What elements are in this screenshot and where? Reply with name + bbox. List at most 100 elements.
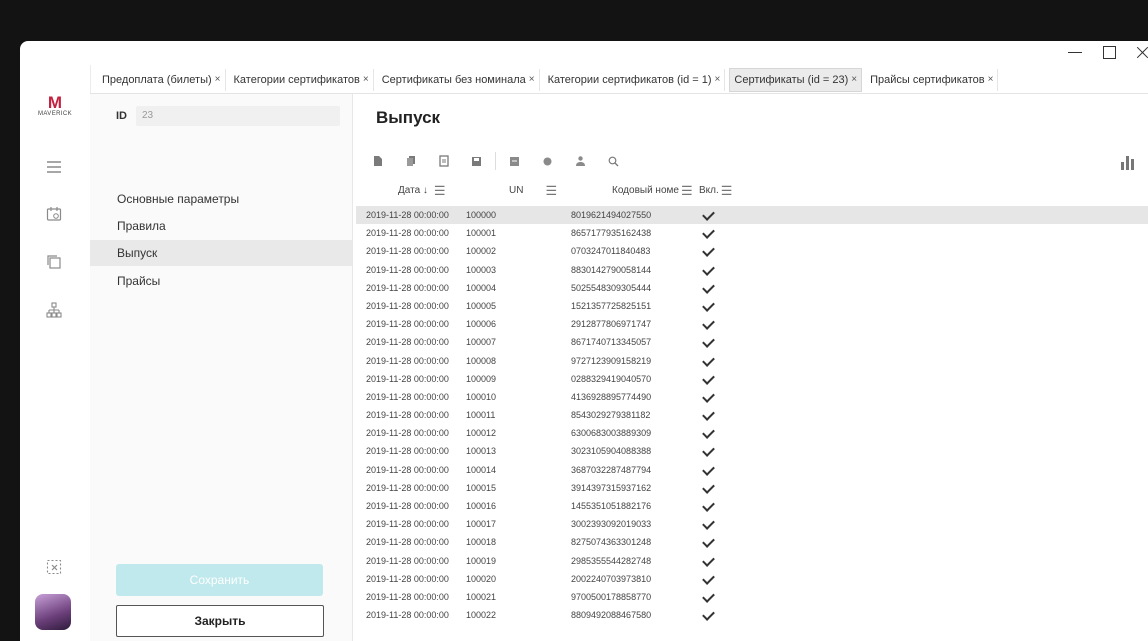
un-cell: 100018	[466, 537, 497, 548]
tab-close-icon[interactable]: ×	[363, 69, 369, 91]
tab-label: Категории сертификатов (id = 1)	[547, 74, 712, 86]
export-icon[interactable]	[498, 152, 531, 170]
maximize-icon[interactable]	[1092, 41, 1126, 65]
code-cell: 1455351051882176	[571, 501, 652, 511]
code-cell: 9700500178858770	[571, 591, 652, 602]
table-row[interactable]: 2019-11-28 00:00:00 100008 972712390915821…	[356, 352, 1148, 370]
section-prices[interactable]: Прайсы	[90, 268, 352, 294]
id-field[interactable]: 23	[136, 106, 340, 126]
table-row[interactable]: 2019-11-28 00:00:00 100010 413692889577449…	[356, 388, 1148, 406]
tab-close-icon[interactable]: ×	[988, 69, 994, 91]
un-cell: 100013	[466, 446, 497, 457]
column-date[interactable]: Дата ↓ ☰	[398, 180, 446, 202]
table-row[interactable]: 2019-11-28 00:00:00 100022 880949208846758…	[356, 606, 1148, 624]
column-enabled[interactable]: Вкл. ☰	[699, 180, 732, 202]
column-code[interactable]: Кодовый номе ☰	[612, 180, 693, 202]
filter-icon[interactable]: ☰	[681, 180, 693, 202]
checkmark-icon	[702, 553, 715, 567]
table-row[interactable]: 2019-11-28 00:00:00 100002 070324701184048…	[356, 242, 1148, 260]
table-row[interactable]: 2019-11-28 00:00:00 100016 145535105188217…	[356, 497, 1148, 515]
table-header: Дата ↓ ☰ UN ☰ Кодовый номе ☰ Вкл. ☰	[356, 180, 1148, 202]
section-issue[interactable]: Выпуск	[90, 240, 352, 266]
tab-label: Прайсы сертификатов	[870, 74, 985, 86]
close-window-icon[interactable]	[1126, 41, 1148, 65]
hierarchy-icon[interactable]	[43, 300, 65, 320]
table-row[interactable]: 2019-11-28 00:00:00 100013 302310590408838…	[356, 442, 1148, 460]
code-cell: 4136928895774490	[571, 391, 652, 402]
import-icon[interactable]	[531, 152, 564, 170]
date-cell: 2019-11-28 00:00:00	[366, 446, 449, 457]
tab-certificate-prices[interactable]: Прайсы сертификатов ×	[866, 69, 999, 91]
section-rules[interactable]: Правила	[90, 213, 352, 239]
table-row[interactable]: 2019-11-28 00:00:00 100018 827507436330124…	[356, 533, 1148, 551]
checkmark-icon	[702, 390, 715, 403]
code-cell: 6300683003889309	[571, 428, 652, 439]
tab-close-icon[interactable]: ×	[715, 69, 721, 91]
logo-name: MAVERICK	[37, 111, 73, 117]
edit-icon[interactable]	[427, 152, 460, 170]
checkmark-icon	[702, 226, 715, 240]
bar-chart-icon[interactable]	[1118, 152, 1136, 170]
table-row[interactable]: 2019-11-28 00:00:00 100015 391439731593716…	[356, 479, 1148, 497]
table-row[interactable]: 2019-11-28 00:00:00 100004 502554830930544…	[356, 279, 1148, 297]
tab-close-icon[interactable]: ×	[529, 69, 535, 91]
checkmark-icon	[702, 262, 715, 276]
checkmark-icon	[702, 280, 715, 294]
toolbar-divider	[495, 152, 496, 170]
column-un[interactable]: UN ☰	[509, 180, 557, 202]
un-cell: 100012	[466, 428, 497, 439]
tab-certificates-no-nominal[interactable]: Сертификаты без номинала ×	[378, 69, 540, 91]
un-cell: 100022	[466, 610, 497, 621]
filter-icon[interactable]: ☰	[545, 180, 557, 202]
code-cell: 3914397315937162	[571, 482, 652, 493]
app-logo[interactable]: M MAVERICK	[34, 94, 76, 117]
avatar[interactable]	[35, 594, 71, 630]
un-cell: 100007	[466, 337, 497, 348]
table-row[interactable]: 2019-11-28 00:00:00 100019 298535554428274…	[356, 552, 1148, 570]
close-button[interactable]: Закрыть	[116, 605, 324, 637]
table-row[interactable]: 2019-11-28 00:00:00 100001 865717793516243…	[356, 224, 1148, 242]
tab-prepayment[interactable]: Предоплата (билеты) ×	[98, 69, 226, 91]
user-icon[interactable]	[564, 152, 597, 170]
table-row[interactable]: 2019-11-28 00:00:00 100005 152135772582515…	[356, 297, 1148, 315]
code-cell: 0703247011840483	[571, 246, 651, 257]
tab-label: Категории сертификатов	[233, 74, 360, 86]
dashed-close-icon[interactable]	[43, 557, 65, 577]
save-button[interactable]: Сохранить	[116, 564, 323, 596]
table-row[interactable]: 2019-11-28 00:00:00 100006 291287780697174…	[356, 315, 1148, 333]
filter-icon[interactable]: ☰	[721, 180, 733, 202]
table-row[interactable]: 2019-11-28 00:00:00 100012 630068300388930…	[356, 424, 1148, 442]
tab-certificate-categories[interactable]: Категории сертификатов ×	[230, 69, 374, 91]
checkmark-icon	[702, 371, 715, 385]
table-row[interactable]: 2019-11-28 00:00:00 100021 970050017885877…	[356, 588, 1148, 606]
filter-icon[interactable]: ☰	[434, 180, 446, 202]
minimize-icon[interactable]	[1058, 41, 1092, 65]
tab-close-icon[interactable]: ×	[215, 69, 221, 91]
tab-close-icon[interactable]: ×	[851, 69, 857, 91]
add-icon[interactable]	[361, 152, 394, 170]
code-cell: 2002240703973810	[571, 573, 652, 584]
calendar-icon[interactable]	[43, 204, 65, 224]
table-row[interactable]: 2019-11-28 00:00:00 100020 200224070397381…	[356, 570, 1148, 588]
code-cell: 2985355544282748	[571, 555, 652, 566]
tab-certificates-23[interactable]: Сертификаты (id = 23) ×	[729, 68, 863, 92]
code-cell: 3687032287487794	[571, 464, 652, 475]
copy-icon[interactable]	[43, 252, 65, 272]
table-row[interactable]: 2019-11-28 00:00:00 100009 028832941904057…	[356, 370, 1148, 388]
menu-icon[interactable]	[43, 157, 65, 177]
un-cell: 100005	[466, 300, 497, 311]
un-cell: 100017	[466, 519, 497, 530]
table-row[interactable]: 2019-11-28 00:00:00 100014 368703228748779…	[356, 461, 1148, 479]
un-cell: 100021	[466, 591, 497, 602]
table-row[interactable]: 2019-11-28 00:00:00 100003 883014279005814…	[356, 261, 1148, 279]
tab-certificate-category-1[interactable]: Категории сертификатов (id = 1) ×	[544, 69, 726, 91]
copy-icon[interactable]	[394, 152, 427, 170]
search-icon[interactable]	[597, 152, 630, 170]
table-row[interactable]: 2019-11-28 00:00:00 100000 801962149402755…	[356, 206, 1148, 225]
section-main-params[interactable]: Основные параметры	[90, 186, 352, 212]
table-row[interactable]: 2019-11-28 00:00:00 100007 867174071334505…	[356, 333, 1148, 351]
code-cell: 8657177935162438	[571, 228, 652, 239]
table-row[interactable]: 2019-11-28 00:00:00 100011 854302927938118…	[356, 406, 1148, 424]
table-row[interactable]: 2019-11-28 00:00:00 100017 300239309201903…	[356, 515, 1148, 533]
save-icon[interactable]	[460, 152, 493, 170]
